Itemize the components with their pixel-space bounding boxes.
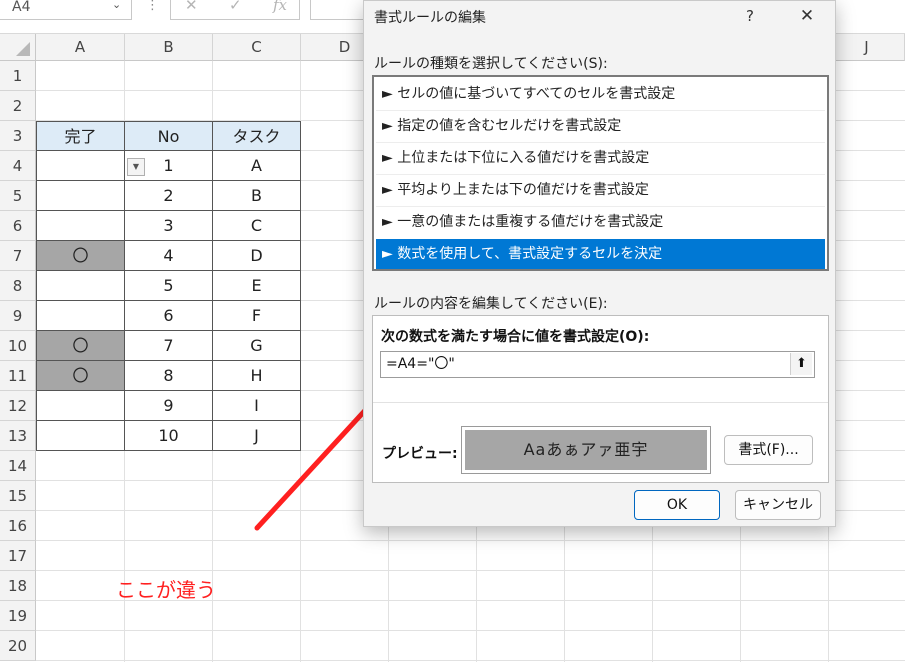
table-cell[interactable]: 10 [125, 421, 213, 451]
rule-description-label: ルールの内容を編集してください(E): [374, 296, 608, 312]
cancel-button[interactable]: キャンセル [735, 490, 821, 520]
formula-field[interactable]: =A4="〇" [380, 351, 815, 378]
help-button[interactable]: ? [736, 5, 764, 29]
filter-dropdown-icon[interactable]: ▼ [127, 158, 145, 176]
rule-type-option[interactable]: ► 一意の値または重複する値だけを書式設定 [376, 207, 825, 237]
table-cell[interactable]: 4 [125, 241, 213, 271]
row-header[interactable]: 8 [0, 271, 36, 301]
table-cell[interactable]: E [213, 271, 301, 301]
rule-type-list: ► セルの値に基づいてすべてのセルを書式設定 ► 指定の値を含むセルだけを書式設定… [372, 75, 829, 271]
row-gridline [36, 570, 905, 571]
column-header[interactable]: A [36, 34, 125, 61]
preview-label: プレビュー: [382, 446, 458, 462]
column-header[interactable]: J [829, 34, 905, 61]
rule-separator [376, 142, 825, 143]
table-cell[interactable] [36, 391, 125, 421]
edit-format-rule-dialog: 書式ルールの編集 ? ✕ ルールの種類を選択してください(S): ► セルの値に… [363, 0, 836, 527]
insert-function-icon[interactable]: fx [273, 0, 287, 14]
table-cell[interactable]: 9 [125, 391, 213, 421]
row-header[interactable]: 20 [0, 631, 36, 661]
row-header[interactable]: 5 [0, 181, 36, 211]
formula-input[interactable] [310, 0, 370, 20]
row-gridline [36, 660, 905, 661]
rule-type-option[interactable]: ► 上位または下位に入る値だけを書式設定 [376, 143, 825, 173]
row-header[interactable]: 19 [0, 601, 36, 631]
table-header-cell[interactable]: タスク [213, 121, 301, 151]
row-header[interactable]: 4 [0, 151, 36, 181]
row-header[interactable]: 6 [0, 211, 36, 241]
ok-button[interactable]: OK [634, 490, 720, 520]
rule-separator [376, 110, 825, 111]
row-header[interactable]: 13 [0, 421, 36, 451]
row-header[interactable]: 1 [0, 61, 36, 91]
row-header[interactable]: 10 [0, 331, 36, 361]
table-cell[interactable] [36, 211, 125, 241]
table-cell[interactable]: G [213, 331, 301, 361]
preview-sample: Aaあぁアァ亜宇 [465, 430, 707, 470]
table-cell[interactable] [36, 181, 125, 211]
rule-type-option[interactable]: ► 平均より上または下の値だけを書式設定 [376, 175, 825, 205]
row-gridline [36, 630, 905, 631]
table-cell[interactable]: 8 [125, 361, 213, 391]
dialog-title: 書式ルールの編集 [374, 10, 486, 26]
format-button[interactable]: 書式(F)... [724, 435, 813, 465]
table-cell[interactable] [36, 151, 125, 181]
rule-type-option[interactable]: ► セルの値に基づいてすべてのセルを書式設定 [376, 79, 825, 109]
table-cell[interactable]: 5 [125, 271, 213, 301]
divider [373, 402, 828, 403]
table-cell[interactable]: H [213, 361, 301, 391]
table-cell[interactable]: B [213, 181, 301, 211]
select-all-triangle-icon [16, 42, 30, 56]
row-header[interactable]: 18 [0, 571, 36, 601]
table-header-cell[interactable]: 完了 [36, 121, 125, 151]
formula-buttons: ✕ ✓ fx [170, 0, 300, 20]
table-cell[interactable] [36, 301, 125, 331]
column-header[interactable]: B [125, 34, 213, 61]
table-cell[interactable]: 〇 [36, 331, 125, 361]
rule-type-option[interactable]: ► 数式を使用して、書式設定するセルを決定 [376, 239, 825, 269]
enter-icon[interactable]: ✓ [229, 0, 242, 14]
row-header[interactable]: 2 [0, 91, 36, 121]
collapse-dialog-icon[interactable]: ⬆ [790, 353, 812, 375]
rule-type-option[interactable]: ► 指定の値を含むセルだけを書式設定 [376, 111, 825, 141]
row-header[interactable]: 11 [0, 361, 36, 391]
table-cell[interactable]: 〇 [36, 241, 125, 271]
row-header[interactable]: 9 [0, 301, 36, 331]
annotation-text: ここが違う [116, 578, 216, 602]
rule-type-label: ルールの種類を選択してください(S): [374, 56, 608, 72]
table-cell[interactable]: 7 [125, 331, 213, 361]
condition-label: 次の数式を満たす場合に値を書式設定(O): [381, 329, 650, 345]
table-cell[interactable]: J [213, 421, 301, 451]
rule-separator [376, 174, 825, 175]
table-cell[interactable]: 6 [125, 301, 213, 331]
table-cell[interactable]: A [213, 151, 301, 181]
table-cell[interactable]: 2 [125, 181, 213, 211]
row-header[interactable]: 3 [0, 121, 36, 151]
row-header[interactable]: 17 [0, 541, 36, 571]
table-cell[interactable]: C [213, 211, 301, 241]
column-header[interactable]: C [213, 34, 301, 61]
table-cell[interactable]: F [213, 301, 301, 331]
table-cell[interactable] [36, 421, 125, 451]
close-button[interactable]: ✕ [792, 5, 822, 29]
table-cell[interactable]: D [213, 241, 301, 271]
drag-handle-icon[interactable]: ⋮ [146, 0, 159, 13]
table-cell[interactable] [36, 271, 125, 301]
table-cell[interactable]: I [213, 391, 301, 421]
row-header[interactable]: 7 [0, 241, 36, 271]
row-header[interactable]: 14 [0, 451, 36, 481]
row-header[interactable]: 15 [0, 481, 36, 511]
row-gridline [36, 540, 905, 541]
table-cell[interactable]: 3 [125, 211, 213, 241]
table-header-cell[interactable]: No [125, 121, 213, 151]
rule-separator [376, 206, 825, 207]
row-header[interactable]: 16 [0, 511, 36, 541]
row-header[interactable]: 12 [0, 391, 36, 421]
chevron-down-icon[interactable]: ⌄ [112, 0, 121, 11]
table-cell[interactable]: 〇 [36, 361, 125, 391]
cancel-icon[interactable]: ✕ [185, 0, 198, 14]
